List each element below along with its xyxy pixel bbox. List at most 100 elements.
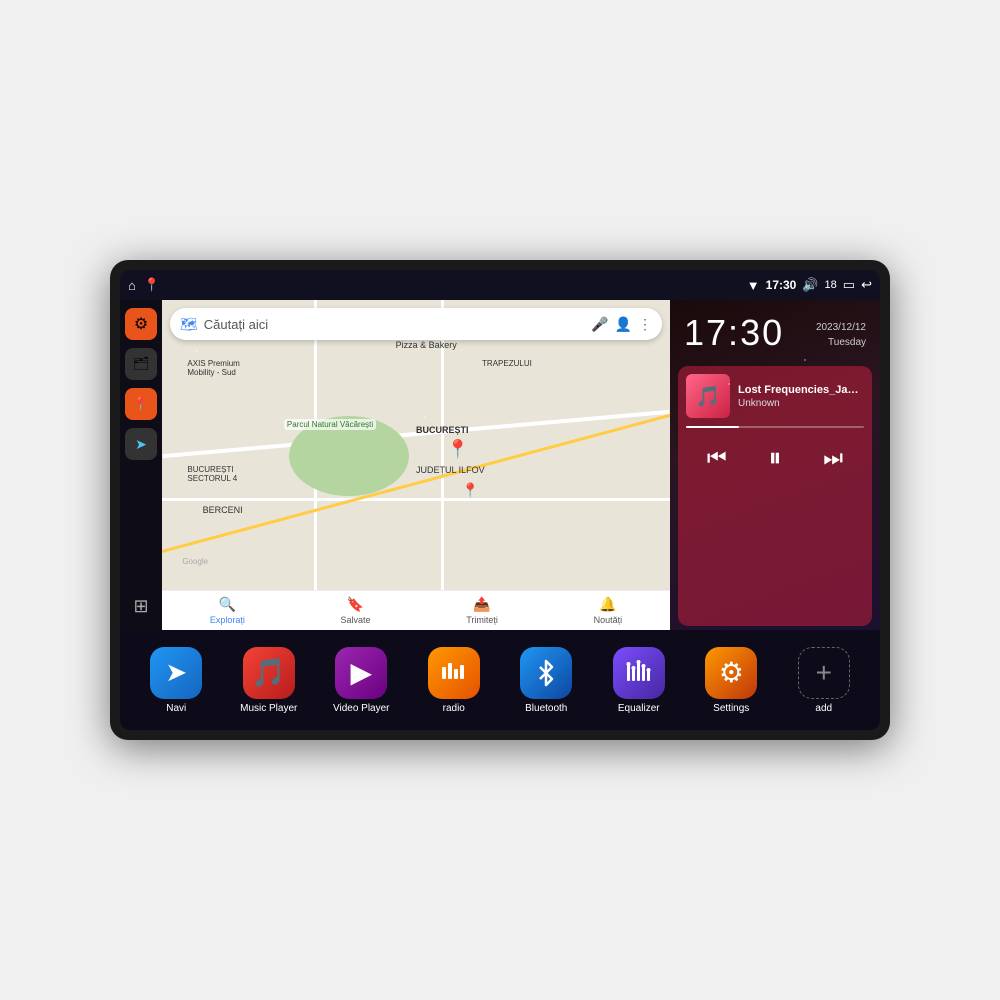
saved-icon: 🔖 — [347, 596, 364, 613]
sidebar-map-btn[interactable]: 📍 — [125, 388, 157, 420]
location-icon[interactable]: 📍 — [144, 277, 160, 293]
video-icon: ▶ — [350, 656, 372, 689]
device-screen: ⌂ 📍 ▼ 17:30 🔊 18 ▭ ↩ ⚙ 🗂 — [120, 270, 880, 730]
app-video-player[interactable]: ▶ Video Player — [325, 647, 397, 714]
map-nav-share-label: Trimiteți — [466, 615, 498, 625]
menu-dots-icon[interactable]: ⋮ — [638, 316, 652, 333]
video-player-label: Video Player — [333, 703, 390, 714]
equalizer-label: Equalizer — [618, 703, 660, 714]
clock-date: 2023/12/12 Tuesday — [816, 312, 866, 350]
settings-icon: ⚙ — [134, 314, 148, 334]
clock-minutes: 30 — [740, 312, 784, 353]
map-label-google: Google — [182, 557, 208, 566]
back-icon[interactable]: ↩ — [861, 277, 872, 293]
road-h2 — [162, 498, 670, 501]
sidebar-grid-btn[interactable]: ⊞ — [125, 590, 157, 622]
volume-icon[interactable]: 🔊 — [802, 277, 818, 293]
map-label-ilfov: JUDEȚUL ILFOV — [416, 465, 485, 475]
main-content: ⚙ 🗂 📍 ➤ ⊞ — [120, 300, 880, 630]
map-nav-explore[interactable]: 🔍 Explorați — [210, 596, 245, 625]
right-panel: 17:30 2023/12/12 Tuesday 🎵 Lost Frequenc… — [670, 300, 880, 630]
prev-button[interactable]: ⏮ — [703, 441, 731, 475]
map-nav-news[interactable]: 🔔 Noutăți — [594, 596, 623, 625]
add-icon-bg: + — [798, 647, 850, 699]
battery-icon: ▭ — [843, 277, 855, 293]
status-right: ▼ 17:30 🔊 18 ▭ ↩ — [747, 277, 872, 293]
music-progress-fill — [686, 426, 739, 428]
map-label-axis: AXIS PremiumMobility - Sud — [187, 359, 239, 377]
home-icon[interactable]: ⌂ — [128, 278, 136, 293]
status-left: ⌂ 📍 — [128, 277, 160, 293]
app-settings[interactable]: ⚙ Settings — [695, 647, 767, 714]
album-art: 🎵 — [686, 374, 730, 418]
account-icon[interactable]: 👤 — [615, 316, 632, 333]
next-button[interactable]: ⏭ — [819, 441, 847, 475]
date-line2: Tuesday — [816, 335, 866, 350]
news-icon: 🔔 — [599, 596, 616, 613]
video-icon-bg: ▶ — [335, 647, 387, 699]
bluetooth-label: Bluetooth — [525, 703, 567, 714]
map-label-parc: Parcul Natural Văcărești — [284, 419, 376, 430]
explore-icon: 🔍 — [219, 596, 236, 613]
sidebar-settings-btn[interactable]: ⚙ — [125, 308, 157, 340]
radio-icon-bg — [428, 647, 480, 699]
settings-app-icon: ⚙ — [719, 656, 744, 689]
settings-app-label: Settings — [713, 703, 749, 714]
sidebar-files-btn[interactable]: 🗂 — [125, 348, 157, 380]
app-tray: ➤ Navi 🎵 Music Player ▶ Video Player — [120, 630, 880, 730]
track-artist: Unknown — [738, 398, 864, 409]
map-background: AXIS PremiumMobility - Sud Pizza & Baker… — [162, 300, 670, 630]
music-icon: 🎵 — [251, 656, 286, 689]
app-bluetooth[interactable]: Bluetooth — [510, 647, 582, 714]
app-add[interactable]: + add — [788, 647, 860, 714]
map-area[interactable]: AXIS PremiumMobility - Sud Pizza & Baker… — [162, 300, 670, 630]
app-navi[interactable]: ➤ Navi — [140, 647, 212, 714]
map-nav-explore-label: Explorați — [210, 615, 245, 625]
navi-label: Navi — [166, 703, 186, 714]
eq-icon-bg — [613, 647, 665, 699]
navi-icon: ➤ — [165, 657, 187, 688]
sidebar-nav-btn[interactable]: ➤ — [125, 428, 157, 460]
grid-icon: ⊞ — [133, 596, 148, 617]
music-player-widget: 🎵 Lost Frequencies_Janie... Unknown ⏮ ⏸ … — [678, 366, 872, 626]
clock-colon: : — [728, 312, 740, 353]
status-time: 17:30 — [766, 278, 797, 292]
bt-icon-bg — [520, 647, 572, 699]
search-text: Căutați aici — [204, 317, 585, 332]
radio-bars-icon — [440, 659, 468, 687]
equalizer-bars-icon — [625, 659, 653, 687]
map-pin-location: 📍 — [446, 439, 468, 460]
add-label: add — [815, 703, 832, 714]
files-icon: 🗂 — [133, 356, 150, 372]
music-info: 🎵 Lost Frequencies_Janie... Unknown — [686, 374, 864, 418]
music-progress-bar[interactable] — [686, 426, 864, 428]
map-nav-saved[interactable]: 🔖 Salvate — [341, 596, 371, 625]
map-nav-news-label: Noutăți — [594, 615, 623, 625]
map-label-pizza: Pizza & Bakery — [396, 340, 457, 350]
add-icon: + — [816, 657, 832, 689]
music-player-label: Music Player — [240, 703, 297, 714]
settings-icon-bg: ⚙ — [705, 647, 757, 699]
pause-button[interactable]: ⏸ — [764, 438, 785, 478]
sidebar: ⚙ 🗂 📍 ➤ ⊞ — [120, 300, 162, 630]
music-icon-bg: 🎵 — [243, 647, 295, 699]
map-search-bar[interactable]: 🗺 Căutați aici 🎤 👤 ⋮ — [170, 308, 662, 340]
map-label-berceni: BERCENI — [203, 505, 243, 515]
app-radio[interactable]: radio — [418, 647, 490, 714]
map-label-trap: TRAPEZULUI — [482, 359, 532, 368]
music-controls: ⏮ ⏸ ⏭ — [686, 438, 864, 478]
map-nav-share[interactable]: 📤 Trimiteți — [466, 596, 498, 625]
app-music-player[interactable]: 🎵 Music Player — [233, 647, 305, 714]
microphone-icon[interactable]: 🎤 — [591, 316, 608, 333]
navi-icon-bg: ➤ — [150, 647, 202, 699]
device: ⌂ 📍 ▼ 17:30 🔊 18 ▭ ↩ ⚙ 🗂 — [110, 260, 890, 740]
map-container: AXIS PremiumMobility - Sud Pizza & Baker… — [162, 300, 670, 630]
search-actions: 🎤 👤 ⋮ — [591, 316, 652, 333]
map-label-sec4: BUCUREȘTISECTORUL 4 — [187, 465, 237, 483]
bluetooth-symbol-icon — [532, 659, 560, 687]
app-equalizer[interactable]: Equalizer — [603, 647, 675, 714]
radio-label: radio — [443, 703, 465, 714]
map-pin-destination: 📍 — [462, 482, 479, 499]
track-name: Lost Frequencies_Janie... — [738, 384, 864, 396]
battery-number: 18 — [825, 279, 837, 291]
